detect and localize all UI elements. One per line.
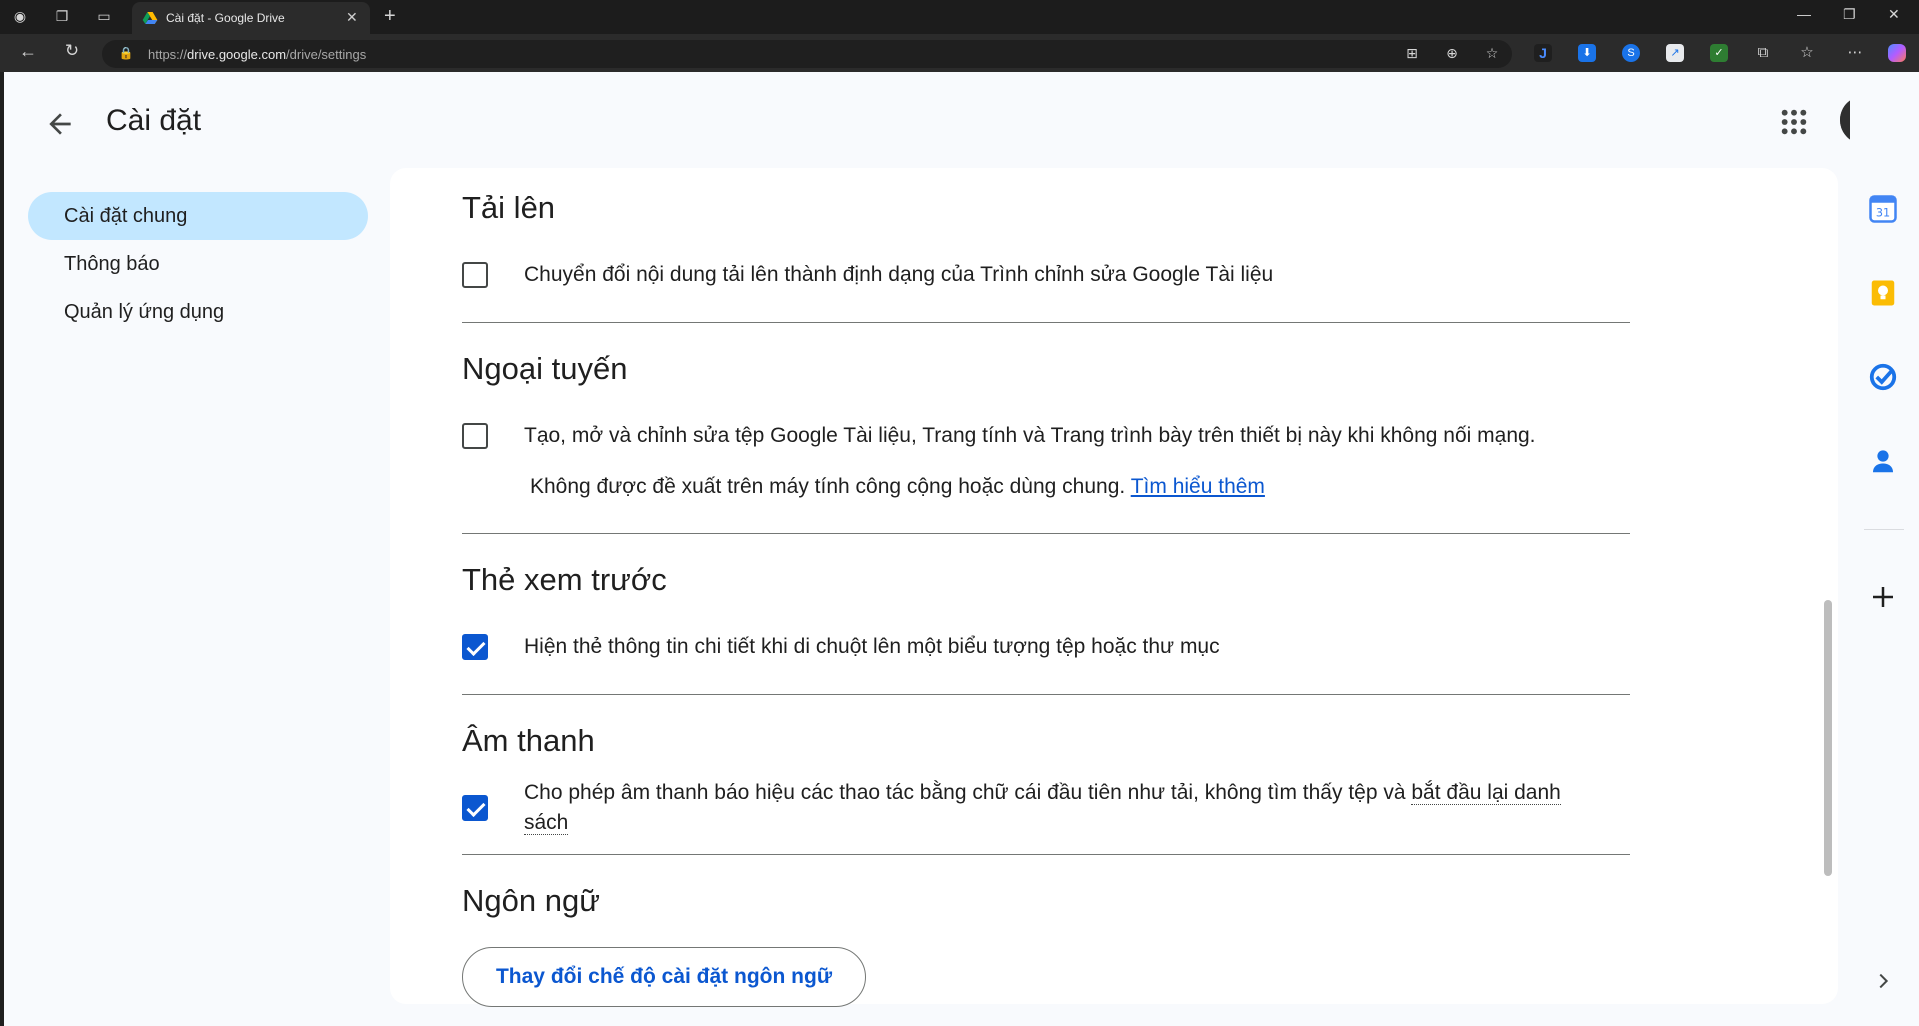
section-title-preview-cards: Thẻ xem trước <box>462 562 667 597</box>
extension-shazam-icon[interactable]: S <box>1622 44 1640 62</box>
browser-tab-bar: ◉ ❐ ▭ Cài đặt - Google Drive ✕ + — ❐ ✕ <box>0 0 1919 34</box>
profile-icon[interactable]: ◉ <box>10 8 30 26</box>
section-title-sound: Âm thanh <box>462 723 595 758</box>
option-convert-uploads: Chuyển đổi nội dung tải lên thành định d… <box>524 263 1274 286</box>
address-bar[interactable]: 🔒 https://drive.google.com/drive/setting… <box>102 40 1512 68</box>
restore-icon[interactable]: ❐ <box>1843 6 1856 23</box>
minimize-icon[interactable]: — <box>1797 6 1811 22</box>
divider <box>462 533 1630 534</box>
google-contacts-icon[interactable] <box>1868 446 1898 476</box>
zoom-icon[interactable]: ⊕ <box>1442 45 1462 63</box>
learn-more-link[interactable]: Tìm hiểu thêm <box>1131 475 1265 498</box>
lock-icon[interactable]: 🔒 <box>116 45 136 63</box>
option-preview-cards: Hiện thẻ thông tin chi tiết khi di chuột… <box>524 635 1220 658</box>
google-apps-grid-icon[interactable] <box>1778 106 1810 138</box>
favorites-list-icon[interactable]: ☆ <box>1798 44 1816 62</box>
url-text: https://drive.google.com/drive/settings <box>148 47 367 62</box>
more-menu-icon[interactable]: ⋯ <box>1846 44 1864 62</box>
app-available-icon[interactable]: ⊞ <box>1402 45 1422 63</box>
extensions-puzzle-icon[interactable]: ⧉ <box>1754 44 1772 62</box>
side-panel-divider <box>1864 529 1904 530</box>
divider <box>462 694 1630 695</box>
section-title-upload: Tải lên <box>462 190 556 225</box>
extension-shield-icon[interactable]: ✓ <box>1710 44 1728 62</box>
reload-icon[interactable]: ↻ <box>62 42 82 61</box>
settings-content-panel: Tải lên Chuyển đổi nội dung tải lên thàn… <box>390 168 1838 1007</box>
change-language-button[interactable]: Thay đổi chế độ cài đặt ngôn ngữ <box>462 947 866 1007</box>
checkbox-preview-cards[interactable] <box>462 634 488 660</box>
extension-chart-icon[interactable]: ↗ <box>1666 44 1684 62</box>
offline-note: Không được đề xuất trên máy tính công cộ… <box>530 475 1265 498</box>
tab-title: Cài đặt - Google Drive <box>166 11 285 25</box>
section-title-language: Ngôn ngữ <box>462 883 600 918</box>
browser-back-icon[interactable]: ← <box>18 42 38 61</box>
checkbox-convert-uploads[interactable] <box>462 262 488 288</box>
nav-manage-apps[interactable]: Quản lý ứng dụng <box>28 288 368 336</box>
favorite-star-icon[interactable]: ☆ <box>1482 45 1502 63</box>
checkbox-offline[interactable] <box>462 423 488 449</box>
term-restart-list[interactable]: bắt đầu lại danh <box>1411 781 1561 805</box>
google-tasks-icon[interactable] <box>1868 362 1898 392</box>
nav-notifications[interactable]: Thông báo <box>28 240 368 288</box>
add-app-icon[interactable] <box>1868 582 1898 612</box>
new-tab-icon[interactable]: + <box>384 6 396 26</box>
copilot-icon[interactable] <box>1888 44 1906 62</box>
page-title: Cài đặt <box>106 104 202 137</box>
side-panel: 31 <box>1850 72 1919 1026</box>
browser-tab-active[interactable]: Cài đặt - Google Drive ✕ <box>132 2 370 34</box>
back-arrow-icon[interactable] <box>44 108 76 140</box>
nav-general-settings[interactable]: Cài đặt chung <box>28 192 368 240</box>
close-tab-icon[interactable]: ✕ <box>346 9 358 26</box>
checkbox-sound[interactable] <box>462 795 488 821</box>
settings-page: Cài đặt Cài đặt chung Thông báo Quản lý … <box>4 72 1919 1026</box>
close-window-icon[interactable]: ✕ <box>1888 6 1900 23</box>
extension-download-icon[interactable]: ⬇ <box>1578 44 1596 62</box>
google-keep-icon[interactable] <box>1868 278 1898 308</box>
option-sound: Cho phép âm thanh báo hiệu các thao tác … <box>524 781 1561 835</box>
chevron-right-icon[interactable] <box>1872 970 1894 992</box>
google-calendar-icon[interactable]: 31 <box>1868 194 1898 224</box>
option-offline: Tạo, mở và chỉnh sửa tệp Google Tài liệu… <box>524 424 1536 447</box>
workspaces-icon[interactable]: ❐ <box>52 8 72 26</box>
term-restart-list-end[interactable]: sách <box>524 811 569 835</box>
google-drive-icon <box>142 12 158 24</box>
tab-actions-icon[interactable]: ▭ <box>94 8 114 26</box>
scrollbar-thumb[interactable] <box>1824 600 1832 876</box>
svg-text:31: 31 <box>1876 207 1890 220</box>
divider <box>462 854 1630 855</box>
divider <box>462 322 1630 323</box>
extension-j-icon[interactable]: J <box>1534 44 1552 62</box>
section-title-offline: Ngoại tuyến <box>462 351 628 386</box>
